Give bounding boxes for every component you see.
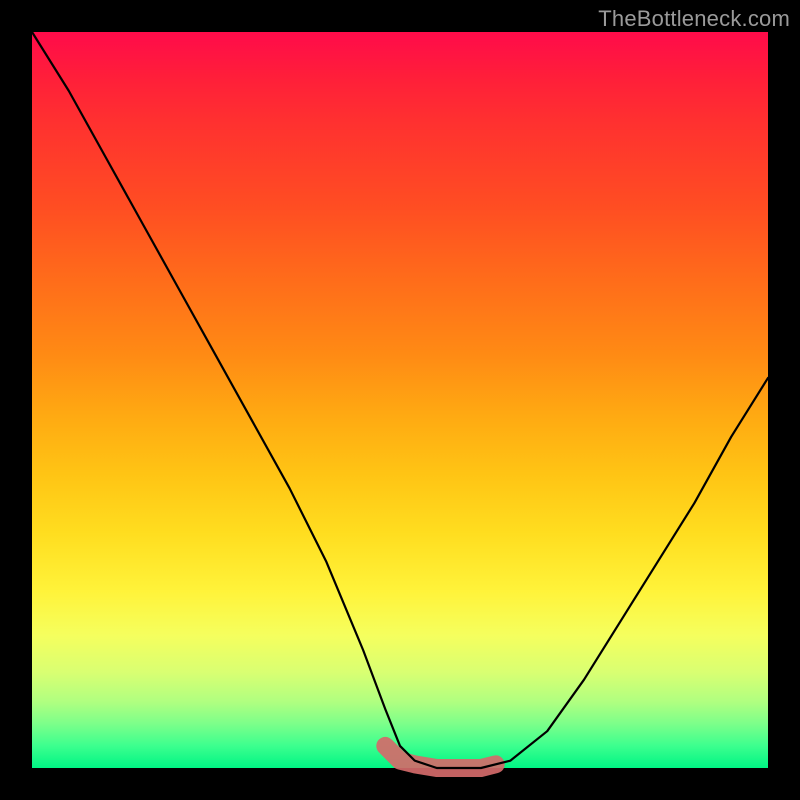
watermark-text: TheBottleneck.com — [598, 6, 790, 32]
curve-svg — [32, 32, 768, 768]
chart-frame: TheBottleneck.com — [0, 0, 800, 800]
bottleneck-curve — [32, 32, 768, 768]
plot-area — [32, 32, 768, 768]
